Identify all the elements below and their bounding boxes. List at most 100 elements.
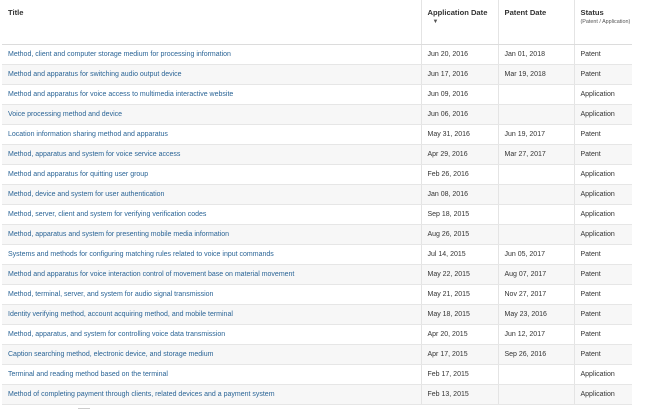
column-header-patent-date[interactable]: Patent Date [498,0,575,45]
cell-patent-date: Jan 01, 2018 [498,44,575,65]
cell-application-date: Jun 20, 2016 [421,44,499,65]
table-row: Voice processing method and device Jun 0… [2,104,632,125]
patent-title-link[interactable]: Method of completing payment through cli… [8,391,275,398]
patent-title-link[interactable]: Identity verifying method, account acqui… [8,311,233,318]
patent-table: Title Application Date ▼ Patent Date Stat… [2,0,632,405]
patent-title-link[interactable]: Method and apparatus for voice interacti… [8,271,294,278]
patent-title-link[interactable]: Method and apparatus for switching audio… [8,71,182,78]
cell-patent-date: Aug 07, 2017 [498,264,575,285]
column-header-status[interactable]: Status (Patent / Application) [574,0,632,45]
cell-application-date: May 22, 2015 [421,264,499,285]
cell-application-date: Aug 26, 2015 [421,224,499,245]
cell-patent-date [498,204,575,225]
cell-patent-date: Mar 27, 2017 [498,144,575,165]
column-header-patent-date-label: Patent Date [504,8,547,17]
cell-patent-date: Jun 05, 2017 [498,244,575,265]
cell-patent-date [498,164,575,185]
table-row: Method, apparatus, and system for contro… [2,324,632,345]
cell-title: Method, device and system for user authe… [2,184,422,205]
patent-title-link[interactable]: Terminal and reading method based on the… [8,371,168,378]
cell-status: Patent [574,344,632,365]
column-header-title-label: Title [8,8,24,17]
patent-title-link[interactable]: Method, apparatus and system for present… [8,231,229,238]
cell-title: Method and apparatus for voice interacti… [2,264,422,285]
cell-patent-date: Nov 27, 2017 [498,284,575,305]
cell-application-date: Apr 17, 2015 [421,344,499,365]
cell-title: Method, terminal, server, and system for… [2,284,422,305]
cell-application-date: Feb 26, 2016 [421,164,499,185]
cell-patent-date [498,384,575,405]
cell-application-date: Jun 09, 2016 [421,84,499,105]
cell-application-date: May 18, 2015 [421,304,499,325]
cell-title: Caption searching method, electronic dev… [2,344,422,365]
patent-title-link[interactable]: Method, apparatus, and system for contro… [8,331,225,338]
cell-title: Terminal and reading method based on the… [2,364,422,385]
patent-title-link[interactable]: Method and apparatus for voice access to… [8,91,233,98]
cell-title: Method, apparatus and system for present… [2,224,422,245]
cell-patent-date [498,224,575,245]
table-row: Systems and methods for configuring matc… [2,244,632,265]
table-row: Method, client and computer storage medi… [2,44,632,65]
sort-descending-icon[interactable]: ▼ [433,19,439,25]
patent-title-link[interactable]: Location information sharing method and … [8,131,168,138]
table-row: Method and apparatus for voice access to… [2,84,632,105]
cell-title: Systems and methods for configuring matc… [2,244,422,265]
table-body: Method, client and computer storage medi… [2,44,632,405]
table-row: Identity verifying method, account acqui… [2,304,632,325]
table-row: Method, apparatus and system for present… [2,224,632,245]
table-header: Title Application Date ▼ Patent Date Stat… [2,0,632,45]
cell-application-date: Sep 18, 2015 [421,204,499,225]
cell-patent-date [498,104,575,125]
cell-status: Application [574,104,632,125]
cell-patent-date [498,84,575,105]
cell-status: Patent [574,324,632,345]
cell-status: Application [574,224,632,245]
cell-title: Method, apparatus, and system for contro… [2,324,422,345]
cell-patent-date: Mar 19, 2018 [498,64,575,85]
cell-title: Method and apparatus for quitting user g… [2,164,422,185]
table-row: Method and apparatus for switching audio… [2,64,632,85]
cell-title: Method and apparatus for voice access to… [2,84,422,105]
cell-application-date: May 21, 2015 [421,284,499,305]
column-header-application-date[interactable]: Application Date ▼ [421,0,499,45]
cell-application-date: Jun 06, 2016 [421,104,499,125]
patent-title-link[interactable]: Voice processing method and device [8,111,122,118]
cell-application-date: Feb 13, 2015 [421,384,499,405]
cell-patent-date [498,364,575,385]
cell-title: Method of completing payment through cli… [2,384,422,405]
cell-status: Patent [574,124,632,145]
patent-title-link[interactable]: Method, device and system for user authe… [8,191,164,198]
cell-application-date: Jun 17, 2016 [421,64,499,85]
table-row: Method, device and system for user authe… [2,184,632,205]
table-row: Method, apparatus and system for voice s… [2,144,632,165]
cell-patent-date: Jun 12, 2017 [498,324,575,345]
cell-status: Application [574,364,632,385]
cell-title: Method and apparatus for switching audio… [2,64,422,85]
cell-status: Application [574,204,632,225]
patent-title-link[interactable]: Method, terminal, server, and system for… [8,291,213,298]
cell-application-date: Jul 14, 2015 [421,244,499,265]
cell-status: Patent [574,284,632,305]
cell-title: Location information sharing method and … [2,124,422,145]
patent-title-link[interactable]: Method and apparatus for quitting user g… [8,171,148,178]
column-header-title[interactable]: Title [2,0,422,45]
cell-status: Application [574,384,632,405]
table-row: Method, server, client and system for ve… [2,204,632,225]
patent-title-link[interactable]: Caption searching method, electronic dev… [8,351,213,358]
patent-title-link[interactable]: Systems and methods for configuring matc… [8,251,274,258]
cell-application-date: Feb 17, 2015 [421,364,499,385]
cell-patent-date: Jun 19, 2017 [498,124,575,145]
cell-status: Application [574,84,632,105]
cell-application-date: May 31, 2016 [421,124,499,145]
cell-application-date: Jan 08, 2016 [421,184,499,205]
patent-title-link[interactable]: Method, server, client and system for ve… [8,211,206,218]
cell-title: Method, client and computer storage medi… [2,44,422,65]
cell-title: Voice processing method and device [2,104,422,125]
patent-title-link[interactable]: Method, apparatus and system for voice s… [8,151,180,158]
cell-status: Patent [574,44,632,65]
cell-status: Patent [574,144,632,165]
column-header-application-date-label: Application Date [427,8,488,17]
patent-title-link[interactable]: Method, client and computer storage medi… [8,51,231,58]
cell-application-date: Apr 29, 2016 [421,144,499,165]
scroll-indicator [78,408,90,413]
